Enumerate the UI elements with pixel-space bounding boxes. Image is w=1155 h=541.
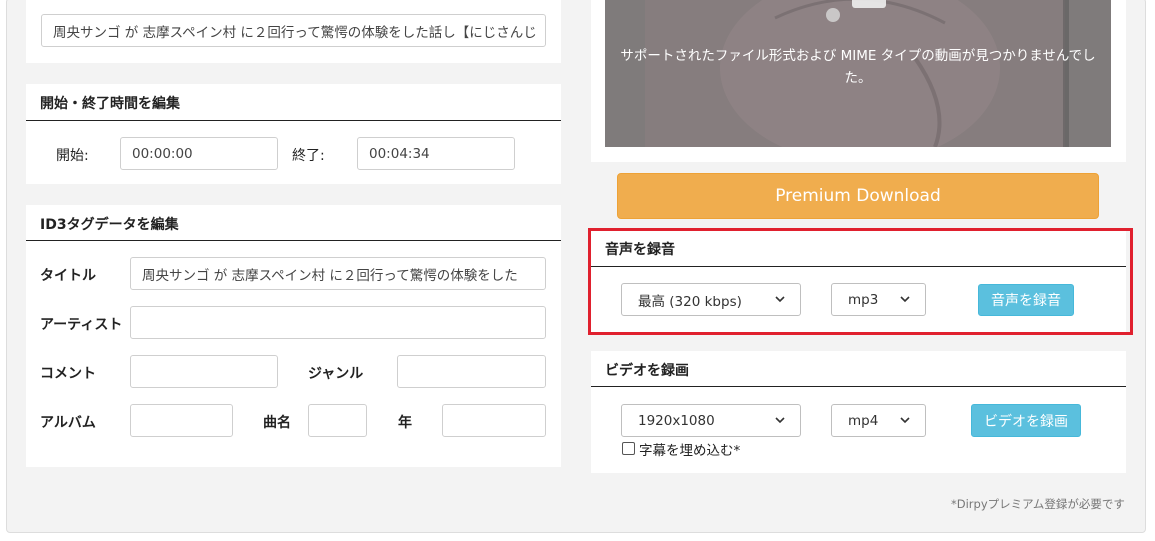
end-label: 終了: bbox=[292, 148, 325, 164]
id3-panel: ID3タグデータを編集 タイトル 周央サンゴ が 志摩スペイン村 に２回行って驚… bbox=[26, 205, 561, 467]
video-format-value: mp4 bbox=[848, 412, 879, 429]
artist-tag-input[interactable] bbox=[130, 306, 546, 339]
end-time-input[interactable]: 00:04:34 bbox=[357, 137, 515, 170]
highlight-box bbox=[588, 228, 1133, 335]
divider bbox=[591, 386, 1126, 387]
title-tag-input[interactable]: 周央サンゴ が 志摩スペイン村 に２回行って驚愕の体験をした bbox=[130, 257, 546, 290]
album-tag-input[interactable] bbox=[130, 404, 233, 437]
track-tag-label: 曲名 bbox=[263, 415, 291, 431]
embed-subtitles-label: 字幕を埋め込む* bbox=[639, 443, 741, 459]
video-error-message: サポートされたファイル形式および MIME タイプの動画が見つかりませんでした。 bbox=[620, 48, 1096, 86]
album-tag-label: アルバム bbox=[40, 415, 96, 431]
title-tag-label: タイトル bbox=[40, 268, 96, 284]
id3-panel-title: ID3タグデータを編集 bbox=[40, 217, 179, 233]
comment-tag-label: コメント bbox=[40, 366, 96, 382]
premium-download-button[interactable]: Premium Download bbox=[617, 173, 1099, 219]
divider bbox=[26, 240, 561, 241]
video-panel-title: ビデオを録画 bbox=[605, 363, 689, 379]
time-panel-title: 開始・終了時間を編集 bbox=[40, 96, 180, 112]
genre-tag-label: ジャンル bbox=[308, 366, 364, 382]
video-record-panel: ビデオを録画 1920x1080 mp4 ビデオを録画 字幕を埋め込む* bbox=[591, 351, 1126, 473]
record-video-button[interactable]: ビデオを録画 bbox=[971, 404, 1081, 437]
video-resolution-select[interactable]: 1920x1080 bbox=[621, 404, 801, 437]
premium-footnote: *Dirpyプレミアム登録が必要です bbox=[951, 497, 1125, 511]
chevron-down-icon bbox=[899, 415, 911, 427]
video-title-input[interactable]: 周央サンゴ が 志摩スペイン村 に２回行って驚愕の体験をした話し【にじさんじ bbox=[41, 14, 546, 47]
artist-tag-label: アーティスト bbox=[40, 317, 123, 333]
time-panel: 開始・終了時間を編集 開始: 00:00:00 終了: 00:04:34 bbox=[26, 84, 561, 184]
embed-subtitles-checkbox[interactable] bbox=[622, 442, 635, 455]
year-tag-input[interactable] bbox=[442, 404, 546, 437]
track-tag-input[interactable] bbox=[308, 404, 367, 437]
video-player[interactable]: サポートされたファイル形式および MIME タイプの動画が見つかりませんでした。 bbox=[605, 0, 1111, 147]
video-resolution-value: 1920x1080 bbox=[638, 412, 715, 429]
chevron-down-icon bbox=[774, 415, 786, 427]
video-format-select[interactable]: mp4 bbox=[831, 404, 926, 437]
year-tag-label: 年 bbox=[398, 415, 412, 431]
genre-tag-input[interactable] bbox=[397, 355, 546, 388]
start-time-input[interactable]: 00:00:00 bbox=[120, 137, 278, 170]
title-panel: 周央サンゴ が 志摩スペイン村 に２回行って驚愕の体験をした話し【にじさんじ bbox=[26, 0, 561, 63]
comment-tag-input[interactable] bbox=[130, 355, 278, 388]
start-label: 開始: bbox=[56, 148, 89, 164]
divider bbox=[26, 120, 561, 121]
